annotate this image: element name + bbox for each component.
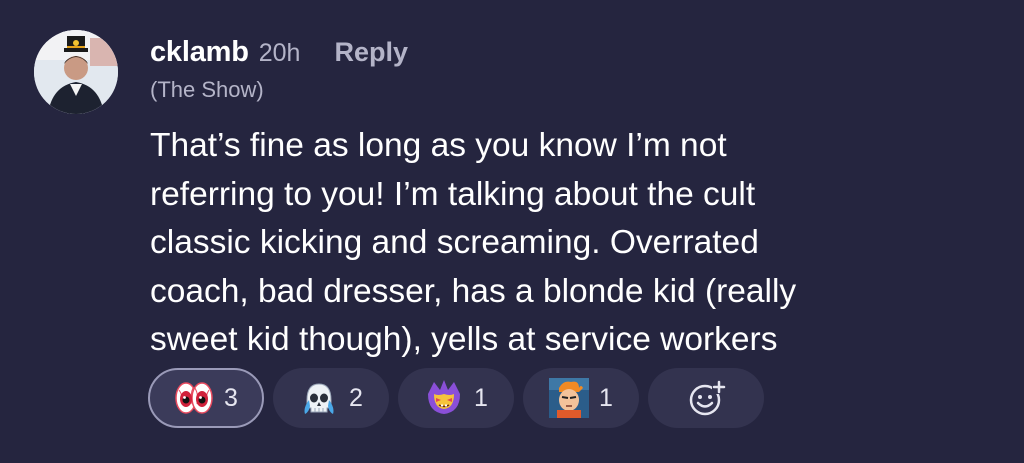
- reaction-chip-fry[interactable]: 1: [523, 368, 639, 428]
- reaction-count: 2: [349, 383, 363, 412]
- eyes-emoji-icon: [174, 378, 214, 418]
- reaction-count: 3: [224, 383, 238, 412]
- reaction-bar: 3 2 1 1: [148, 368, 764, 428]
- add-reaction-button[interactable]: [648, 368, 764, 428]
- skull-crying-emoji-icon: [299, 378, 339, 418]
- comment-body-line: classic kicking and screaming. Overrated: [150, 224, 759, 261]
- comment-card: cklamb 20h Reply (The Show) That’s fine …: [0, 0, 1024, 463]
- crowned-purple-face-emoji-icon: [424, 378, 464, 418]
- user-flair: (The Show): [150, 77, 264, 102]
- avatar[interactable]: [34, 30, 118, 114]
- comment-body-line: That’s fine as long as you know I’m not: [150, 127, 727, 164]
- comment-body-line: sweet kid though), yells at service work…: [150, 321, 778, 358]
- comment-body: That’s fine as long as you know I’m not …: [150, 122, 1000, 365]
- reaction-count: 1: [474, 383, 488, 412]
- reaction-count: 1: [599, 383, 613, 412]
- reaction-chip-eyes[interactable]: 3: [148, 368, 264, 428]
- reply-button[interactable]: Reply: [334, 37, 408, 68]
- fry-squint-emoji-icon: [549, 378, 590, 418]
- reaction-chip-skull[interactable]: 2: [273, 368, 389, 428]
- comment-body-line: referring to you! I’m talking about the …: [150, 175, 756, 213]
- timestamp: 20h: [258, 39, 301, 67]
- comment-header: cklamb 20h Reply: [150, 36, 408, 72]
- add-reaction-icon: [686, 378, 726, 418]
- comment-body-line: coach, bad dresser, has a blonde kid (re…: [150, 272, 797, 310]
- username[interactable]: cklamb: [150, 36, 249, 69]
- reaction-chip-crowned-face[interactable]: 1: [398, 368, 514, 428]
